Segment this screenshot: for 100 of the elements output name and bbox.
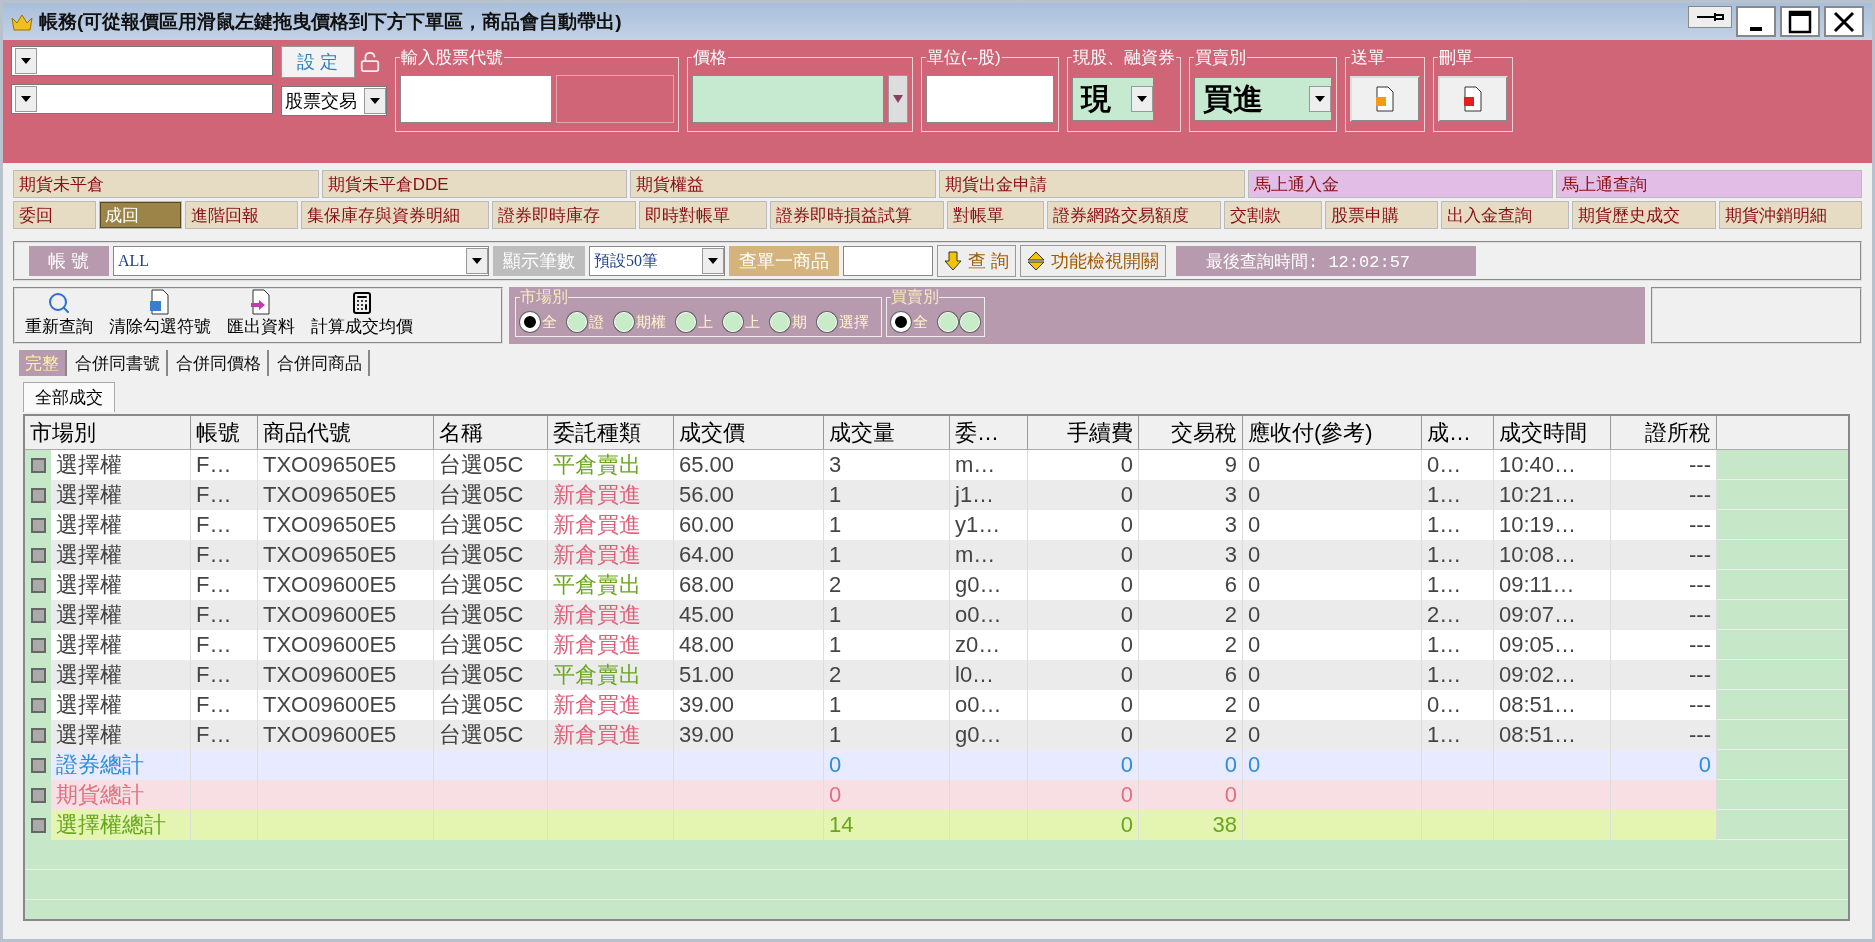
table-row[interactable]: 選擇權 F… TXO09600E5 台選05C 新倉買進 45.00 1 o0… 0 2 0 2… 09:07… --- (25, 600, 1848, 630)
tab[interactable]: 期貨歷史成交 (1572, 201, 1716, 229)
column-header[interactable]: 委… (950, 416, 1028, 449)
table-row[interactable]: 選擇權 F… TXO09600E5 台選05C 平倉賣出 68.00 2 g0… 0 6 0 1… 09:11… --- (25, 570, 1848, 600)
side-select[interactable]: 買進 (1194, 77, 1332, 121)
product-combo[interactable] (11, 84, 273, 114)
unit-field[interactable] (926, 75, 1054, 123)
column-header[interactable]: 手續費 (1028, 416, 1139, 449)
tab[interactable]: 委回 (13, 201, 96, 229)
tab[interactable]: 期貨未平倉 (13, 170, 319, 198)
settings-button[interactable]: 設 定 (281, 46, 355, 78)
column-header[interactable]: 成… (1422, 416, 1494, 449)
column-header[interactable]: 交易稅 (1139, 416, 1243, 449)
price-dropdown-button[interactable] (888, 75, 908, 123)
tab[interactable]: 馬上通查詢 (1556, 170, 1863, 198)
table-row[interactable]: 選擇權 F… TXO09650E5 台選05C 新倉買進 56.00 1 j1… 0 3 0 1… 10:21… --- (25, 480, 1848, 510)
tab[interactable]: 全部成交 (23, 382, 115, 412)
row-checkbox[interactable] (30, 637, 46, 653)
lock-icon[interactable] (359, 51, 381, 73)
table-row[interactable]: 選擇權 F… TXO09650E5 台選05C 新倉買進 60.00 1 y1… 0 3 0 1… 10:19… --- (25, 510, 1848, 540)
column-header[interactable]: 成交時間 (1494, 416, 1611, 449)
maximize-button[interactable] (1780, 6, 1820, 37)
caret-icon (21, 58, 31, 64)
tab[interactable]: 成回 (98, 201, 182, 229)
toolbar-button[interactable]: 計算成交均價 (311, 291, 413, 338)
tab[interactable]: 期貨出金申請 (939, 170, 1245, 198)
row-checkbox[interactable] (30, 727, 46, 743)
tab[interactable]: 證券即時庫存 (492, 201, 636, 229)
tab[interactable]: 證券即時損益試算 (769, 201, 944, 229)
toolbar-button[interactable]: 匯出資料 (227, 289, 295, 338)
row-checkbox[interactable] (30, 757, 46, 773)
stock-code-field[interactable] (400, 75, 552, 123)
tab[interactable]: 證券網路交易額度 (1047, 201, 1222, 229)
tab[interactable]: 進階回報 (184, 201, 298, 229)
send-button[interactable] (1350, 76, 1420, 122)
radio-button[interactable] (960, 312, 980, 332)
radio-button[interactable] (938, 312, 958, 332)
tab[interactable]: 集保庫存與資券明細 (300, 201, 490, 229)
close-icon (1833, 10, 1855, 33)
account-select[interactable]: ALL (113, 246, 489, 276)
caret-icon (370, 98, 380, 104)
count-label: 顯示筆數 (493, 246, 585, 276)
radio-button[interactable] (676, 312, 696, 332)
tab[interactable]: 即時對帳單 (638, 201, 767, 229)
column-header[interactable]: 名稱 (434, 416, 548, 449)
table-row[interactable]: 選擇權 F… TXO09650E5 台選05C 平倉賣出 65.00 3 m… 0 9 0 0… 10:40… --- (25, 450, 1848, 480)
tab[interactable]: 期貨未平倉DDE (321, 170, 628, 198)
column-header[interactable]: 市場別 (25, 416, 191, 449)
radio-button[interactable] (770, 312, 790, 332)
row-checkbox[interactable] (30, 517, 46, 533)
minimize-button[interactable] (1736, 6, 1776, 37)
query-button[interactable]: 查 詢 (937, 245, 1016, 277)
cash-margin-select[interactable]: 現 (1072, 77, 1154, 121)
radio-button[interactable] (723, 312, 743, 332)
column-header[interactable]: 委託種類 (548, 416, 674, 449)
caret-icon (472, 258, 482, 264)
radio-button[interactable] (567, 312, 587, 332)
toggle-view-button[interactable]: 功能檢視開關 (1020, 245, 1166, 277)
column-header[interactable]: 帳號 (191, 416, 258, 449)
column-header[interactable]: 商品代號 (258, 416, 434, 449)
table-row[interactable]: 選擇權 F… TXO09600E5 台選05C 新倉買進 39.00 1 o0… 0 2 0 0… 08:51… --- (25, 690, 1848, 720)
table-row[interactable]: 選擇權 F… TXO09600E5 台選05C 平倉賣出 51.00 2 l0… 0 6 0 1… 09:02… --- (25, 660, 1848, 690)
close-button[interactable] (1824, 6, 1864, 37)
tab[interactable]: 出入金查詢 (1441, 201, 1570, 229)
column-header[interactable]: 證所稅 (1611, 416, 1717, 449)
toolbar-button[interactable]: 清除勾選符號 (109, 289, 211, 338)
tab[interactable]: 對帳單 (946, 201, 1045, 229)
table-row[interactable]: 選擇權 F… TXO09600E5 台選05C 新倉買進 39.00 1 g0… 0 2 0 1… 08:51… --- (25, 720, 1848, 750)
column-header[interactable]: 成交量 (824, 416, 950, 449)
trade-type-select[interactable]: 股票交易 (281, 86, 387, 116)
radio-label: 證 (589, 312, 604, 332)
radio-button[interactable] (614, 312, 634, 332)
price-field[interactable] (692, 75, 884, 123)
product-field[interactable] (843, 246, 933, 276)
row-checkbox[interactable] (30, 577, 46, 593)
row-checkbox[interactable] (30, 787, 46, 803)
tab[interactable]: 期貨權益 (630, 170, 936, 198)
radio-button[interactable] (520, 312, 540, 332)
tab[interactable]: 交割款 (1224, 201, 1323, 229)
account-combo[interactable] (11, 46, 273, 76)
row-checkbox[interactable] (30, 817, 46, 833)
row-checkbox[interactable] (30, 487, 46, 503)
radio-button[interactable] (817, 312, 837, 332)
column-header[interactable]: 應收付(參考) (1243, 416, 1422, 449)
radio-button[interactable] (891, 312, 911, 332)
tab[interactable]: 馬上通入金 (1247, 170, 1554, 198)
row-checkbox[interactable] (30, 457, 46, 473)
table-row[interactable]: 選擇權 F… TXO09600E5 台選05C 新倉買進 48.00 1 z0… 0 2 0 1… 09:05… --- (25, 630, 1848, 660)
toolbar-button[interactable]: 重新查詢 (25, 291, 93, 338)
table-row[interactable]: 選擇權 F… TXO09650E5 台選05C 新倉買進 64.00 1 m… 0 3 0 1… 10:08… --- (25, 540, 1848, 570)
tab[interactable]: 股票申購 (1325, 201, 1439, 229)
delete-button[interactable] (1438, 76, 1508, 122)
row-checkbox[interactable] (30, 697, 46, 713)
row-checkbox[interactable] (30, 667, 46, 683)
pin-button[interactable] (1688, 6, 1732, 28)
column-header[interactable]: 成交價 (674, 416, 824, 449)
row-checkbox[interactable] (30, 607, 46, 623)
count-select[interactable]: 預設50筆 (589, 246, 725, 276)
row-checkbox[interactable] (30, 547, 46, 563)
tab[interactable]: 期貨沖銷明細 (1718, 201, 1862, 229)
